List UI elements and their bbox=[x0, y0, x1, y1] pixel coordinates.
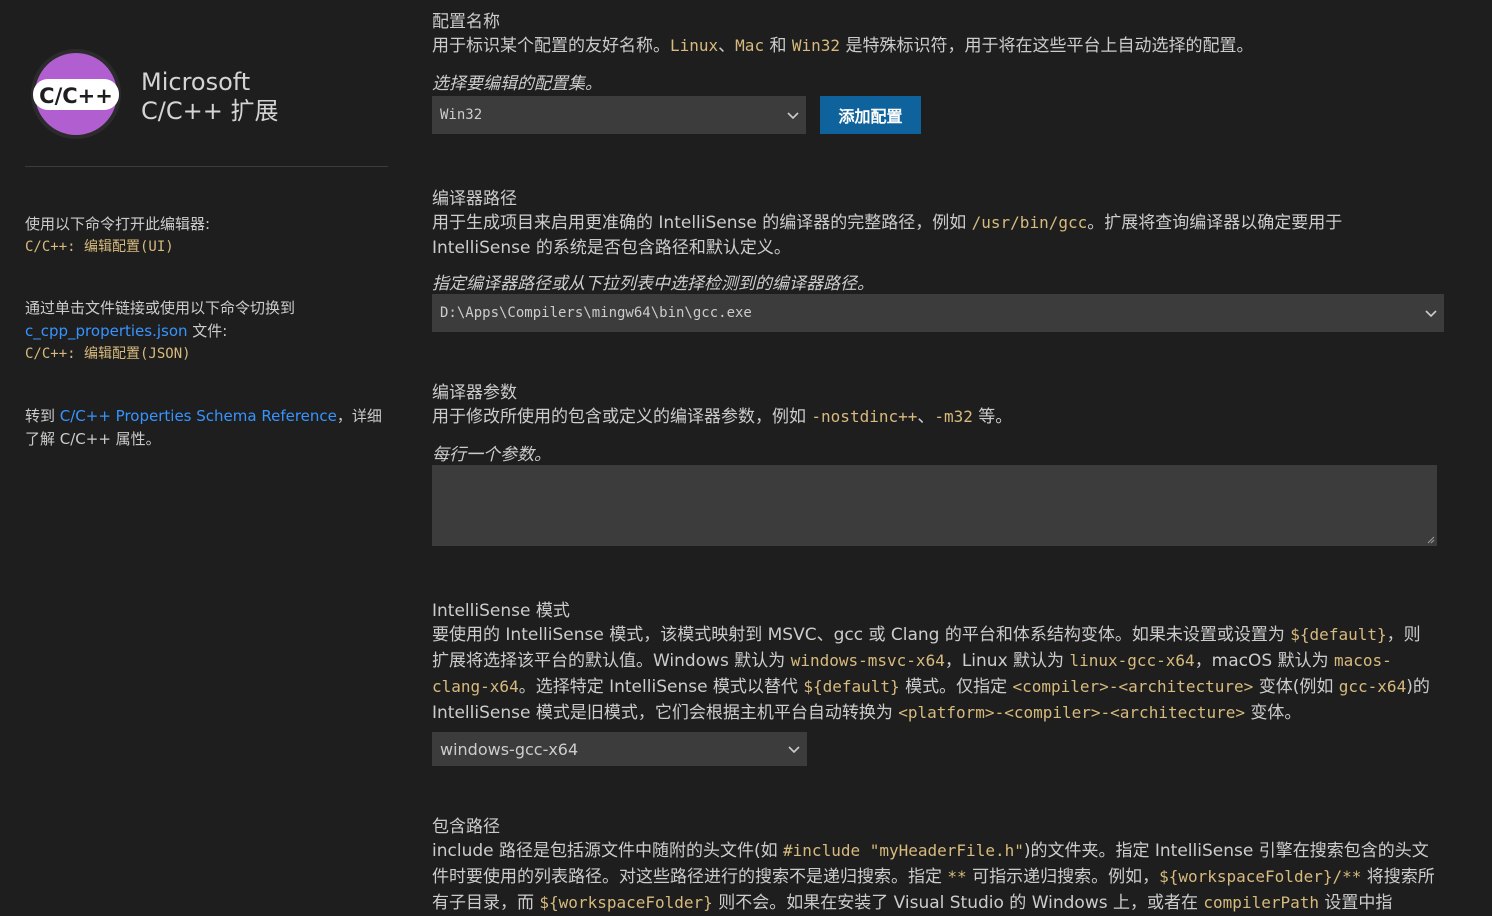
c-cpp-properties-link[interactable]: c_cpp_properties.json bbox=[25, 322, 188, 340]
schema-reference-help: 转到 C/C++ Properties Schema Reference，详细 … bbox=[25, 405, 385, 451]
schema-suffix: 了解 C/C++ 属性。 bbox=[25, 430, 161, 448]
intellisense-mode-title: IntelliSense 模式 bbox=[432, 601, 570, 621]
sidebar: C/C++ Microsoft C/C++ 扩展 使用以下命令打开此编辑器: C… bbox=[0, 0, 400, 900]
compiler-args-textarea[interactable] bbox=[432, 465, 1437, 546]
config-select[interactable]: Win32 bbox=[432, 96, 806, 134]
edit-config-ui-command: C/C++: 编辑配置(UI) bbox=[25, 239, 174, 255]
chevron-down-icon bbox=[788, 746, 800, 754]
config-name-title: 配置名称 bbox=[432, 12, 500, 32]
edit-config-json-command: C/C++: 编辑配置(JSON) bbox=[25, 346, 191, 362]
extension-name: C/C++ 扩展 bbox=[141, 97, 279, 125]
chevron-down-icon bbox=[1425, 310, 1437, 318]
switch-json-text: 通过单击文件链接或使用以下命令切换到 bbox=[25, 299, 296, 317]
extension-title: Microsoft C/C++ 扩展 bbox=[141, 68, 278, 126]
intellisense-mode-select[interactable]: windows-gcc-x64 bbox=[432, 732, 807, 766]
sidebar-divider bbox=[25, 166, 388, 167]
compiler-args-description: 用于修改所使用的包含或定义的编译器参数，例如 -nostdinc++、-m32 … bbox=[432, 407, 1013, 427]
intellisense-mode-description: 要使用的 IntelliSense 模式，该模式映射到 MSVC、gcc 或 C… bbox=[432, 625, 1430, 723]
switch-json-suffix: 文件: bbox=[187, 322, 228, 340]
compiler-path-hint: 指定编译器路径或从下拉列表中选择检测到的编译器路径。 bbox=[432, 274, 874, 294]
add-configuration-button[interactable]: 添加配置 bbox=[820, 96, 921, 134]
compiler-args-hint: 每行一个参数。 bbox=[432, 445, 551, 465]
logo-text: C/C++ bbox=[39, 84, 113, 108]
cpp-logo: C/C++ bbox=[30, 48, 122, 140]
config-name-description: 用于标识某个配置的友好名称。Linux、Mac 和 Win32 是特殊标识符，用… bbox=[432, 36, 1254, 56]
chevron-down-icon bbox=[787, 112, 799, 120]
compiler-path-title: 编译器路径 bbox=[432, 189, 517, 209]
include-path-description: include 路径是包括源文件中随附的头文件(如 #include "myHe… bbox=[432, 841, 1435, 913]
include-path-title: 包含路径 bbox=[432, 817, 500, 837]
settings-main: 配置名称 用于标识某个配置的友好名称。Linux、Mac 和 Win32 是特殊… bbox=[432, 0, 1444, 913]
open-editor-text: 使用以下命令打开此编辑器: bbox=[25, 215, 211, 233]
config-select-value: Win32 bbox=[440, 107, 483, 123]
compiler-path-select[interactable]: D:\Apps\Compilers\mingw64\bin\gcc.exe bbox=[432, 294, 1444, 332]
resize-grip-icon[interactable] bbox=[1427, 536, 1435, 544]
compiler-args-title: 编译器参数 bbox=[432, 383, 517, 403]
compiler-path-description: 用于生成项目来启用更准确的 IntelliSense 的编译器的完整路径，例如 … bbox=[432, 213, 1343, 258]
extension-publisher: Microsoft bbox=[141, 68, 251, 96]
switch-json-help: 通过单击文件链接或使用以下命令切换到 c_cpp_properties.json… bbox=[25, 297, 385, 366]
schema-mid: ，详细 bbox=[336, 407, 382, 425]
compiler-path-value: D:\Apps\Compilers\mingw64\bin\gcc.exe bbox=[440, 305, 752, 321]
open-editor-help: 使用以下命令打开此编辑器: C/C++: 编辑配置(UI) bbox=[25, 213, 385, 259]
schema-prefix: 转到 bbox=[25, 407, 60, 425]
intellisense-mode-value: windows-gcc-x64 bbox=[440, 739, 579, 759]
config-name-hint: 选择要编辑的配置集。 bbox=[432, 74, 602, 94]
schema-reference-link[interactable]: C/C++ Properties Schema Reference bbox=[60, 407, 337, 425]
